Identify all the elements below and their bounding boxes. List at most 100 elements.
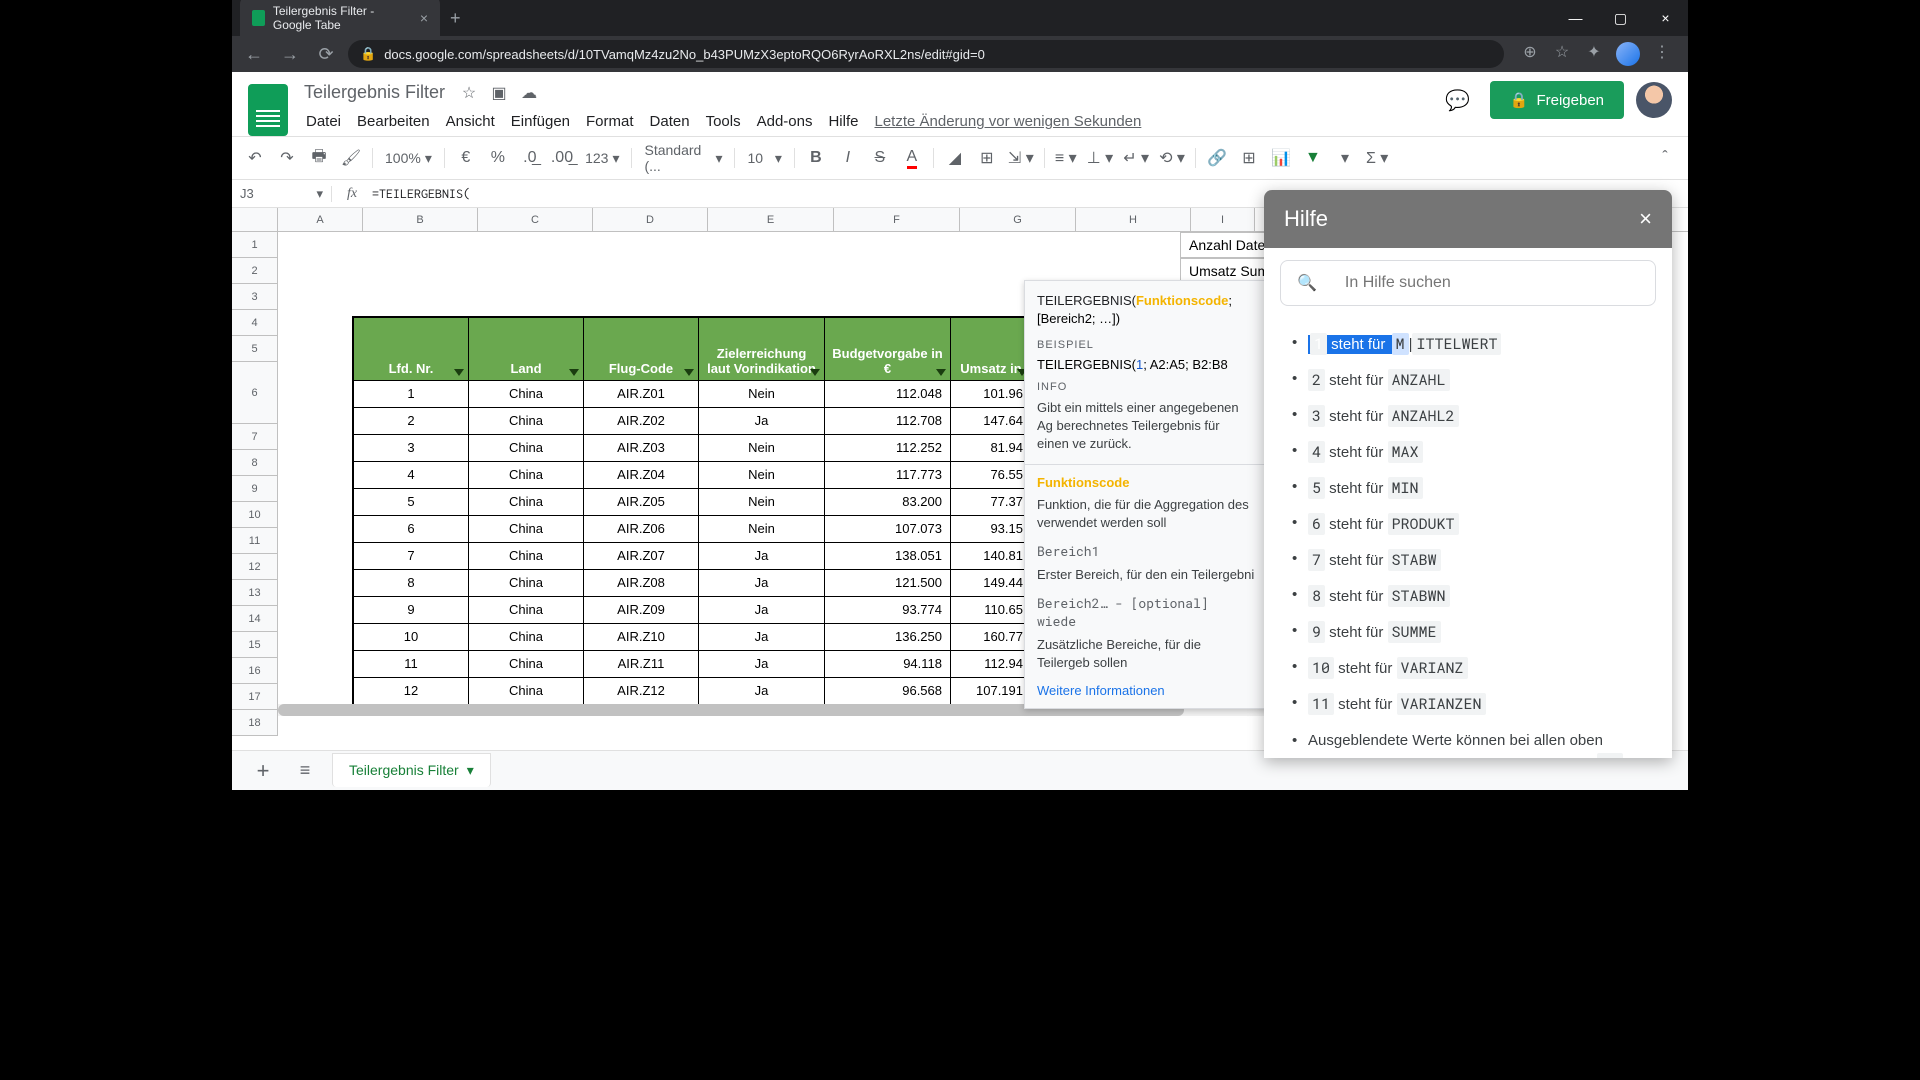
last-edit-link[interactable]: Letzte Änderung vor wenigen Sekunden — [868, 109, 1147, 134]
table-cell[interactable]: Ja — [699, 570, 825, 596]
table-header-cell[interactable]: Zielerreichung laut Vorindikation — [699, 318, 825, 380]
font-size-select[interactable]: 10 ▾ — [741, 150, 787, 167]
merge-icon[interactable]: ⇲ ▾ — [1004, 143, 1038, 173]
table-cell[interactable]: 3 — [354, 435, 469, 461]
table-cell[interactable]: Nein — [699, 435, 825, 461]
table-cell[interactable]: China — [469, 651, 584, 677]
sheet-tab[interactable]: Teilergebnis Filter ▾ — [332, 753, 491, 787]
filter-dropdown-icon[interactable] — [810, 369, 820, 376]
table-cell[interactable]: 149.44 — [951, 570, 1031, 596]
forward-icon[interactable]: → — [276, 40, 304, 68]
col-header[interactable]: F — [834, 208, 960, 231]
table-cell[interactable]: AIR.Z03 — [584, 435, 699, 461]
browser-tab[interactable]: Teilergebnis Filter - Google Tabe × — [240, 0, 440, 40]
table-cell[interactable]: 10 — [354, 624, 469, 650]
decrease-decimal-button[interactable]: .0̲ — [515, 143, 545, 173]
table-cell[interactable]: 112.94 — [951, 651, 1031, 677]
filter-icon[interactable]: ▼ — [1298, 143, 1328, 173]
row-header[interactable]: 1 — [232, 232, 278, 258]
table-cell[interactable]: China — [469, 597, 584, 623]
move-icon[interactable]: ▣ — [489, 83, 509, 103]
table-cell[interactable]: China — [469, 516, 584, 542]
increase-decimal-button[interactable]: .00̲ — [547, 143, 577, 173]
table-cell[interactable]: 101.96 — [951, 381, 1031, 407]
table-cell[interactable]: 112.048 — [825, 381, 951, 407]
col-header[interactable]: C — [478, 208, 593, 231]
strikethrough-icon[interactable]: S — [865, 143, 895, 173]
row-header[interactable]: 12 — [232, 554, 278, 580]
table-cell[interactable]: 121.500 — [825, 570, 951, 596]
reload-icon[interactable]: ⟳ — [312, 40, 340, 68]
halign-icon[interactable]: ≡ ▾ — [1051, 143, 1081, 173]
table-cell[interactable]: 160.77 — [951, 624, 1031, 650]
zoom-select[interactable]: 100% ▾ — [379, 150, 438, 167]
table-cell[interactable]: Ja — [699, 543, 825, 569]
table-cell[interactable]: 107.073 — [825, 516, 951, 542]
percent-button[interactable]: % — [483, 143, 513, 173]
table-cell[interactable]: China — [469, 570, 584, 596]
table-cell[interactable]: 11 — [354, 651, 469, 677]
text-color-icon[interactable]: A — [897, 143, 927, 173]
col-header[interactable]: I — [1191, 208, 1255, 231]
table-cell[interactable]: 81.94 — [951, 435, 1031, 461]
table-cell[interactable]: 76.55 — [951, 462, 1031, 488]
wrap-icon[interactable]: ↵ ▾ — [1119, 143, 1153, 173]
col-header[interactable]: B — [363, 208, 478, 231]
table-cell[interactable]: China — [469, 624, 584, 650]
sheet-tab-menu-icon[interactable]: ▾ — [467, 762, 474, 779]
row-header[interactable]: 11 — [232, 528, 278, 554]
row-header[interactable]: 16 — [232, 658, 278, 684]
col-header[interactable]: G — [960, 208, 1076, 231]
comment-icon[interactable]: ⊞ — [1234, 143, 1264, 173]
table-cell[interactable]: China — [469, 435, 584, 461]
select-all-corner[interactable] — [232, 208, 278, 231]
row-header[interactable]: 15 — [232, 632, 278, 658]
document-title[interactable]: Teilergebnis Filter — [300, 80, 449, 105]
add-sheet-icon[interactable]: + — [248, 758, 278, 784]
row-header[interactable]: 3 — [232, 284, 278, 310]
help-search-box[interactable]: 🔍 — [1280, 260, 1656, 306]
borders-icon[interactable]: ⊞ — [972, 143, 1002, 173]
table-cell[interactable]: China — [469, 543, 584, 569]
close-help-icon[interactable]: × — [1639, 206, 1652, 232]
bold-icon[interactable]: B — [801, 143, 831, 173]
close-window-icon[interactable]: × — [1643, 0, 1688, 36]
name-box[interactable]: J3▾ — [232, 186, 332, 202]
row-header[interactable]: 4 — [232, 310, 278, 336]
table-cell[interactable]: 2 — [354, 408, 469, 434]
undo-icon[interactable]: ↶ — [240, 143, 270, 173]
table-cell[interactable]: 6 — [354, 516, 469, 542]
col-header[interactable]: D — [593, 208, 708, 231]
row-header[interactable]: 10 — [232, 502, 278, 528]
table-cell[interactable]: Ja — [699, 624, 825, 650]
italic-icon[interactable]: I — [833, 143, 863, 173]
table-cell[interactable]: 117.773 — [825, 462, 951, 488]
filter-dropdown-icon[interactable] — [569, 369, 579, 376]
table-cell[interactable]: Nein — [699, 381, 825, 407]
table-cell[interactable]: AIR.Z02 — [584, 408, 699, 434]
help-search-input[interactable] — [1345, 274, 1639, 292]
row-header[interactable]: 18 — [232, 710, 278, 736]
comments-icon[interactable]: 💬 — [1438, 80, 1478, 120]
row-header[interactable]: 8 — [232, 450, 278, 476]
table-header-cell[interactable]: Flug-Code — [584, 318, 699, 380]
star-icon[interactable]: ☆ — [459, 83, 479, 103]
table-cell[interactable]: 112.708 — [825, 408, 951, 434]
table-cell[interactable]: 147.64 — [951, 408, 1031, 434]
help-content[interactable]: 1 steht für M|ITTELWERT2 steht für ANZAH… — [1264, 318, 1672, 758]
table-cell[interactable]: AIR.Z05 — [584, 489, 699, 515]
table-cell[interactable]: 138.051 — [825, 543, 951, 569]
fill-color-icon[interactable]: ◢ — [940, 143, 970, 173]
table-cell[interactable]: Nein — [699, 516, 825, 542]
table-cell[interactable]: Nein — [699, 489, 825, 515]
menu-bearbeiten[interactable]: Bearbeiten — [351, 109, 436, 134]
row-header[interactable]: 7 — [232, 424, 278, 450]
maximize-icon[interactable]: ▢ — [1598, 0, 1643, 36]
share-button[interactable]: 🔒 Freigeben — [1490, 81, 1624, 119]
table-cell[interactable]: AIR.Z01 — [584, 381, 699, 407]
number-format-select[interactable]: 123▾ — [579, 150, 625, 167]
zoom-icon[interactable]: ⊕ — [1520, 42, 1540, 62]
col-header[interactable]: A — [278, 208, 363, 231]
table-cell[interactable]: 136.250 — [825, 624, 951, 650]
menu-daten[interactable]: Daten — [644, 109, 696, 134]
